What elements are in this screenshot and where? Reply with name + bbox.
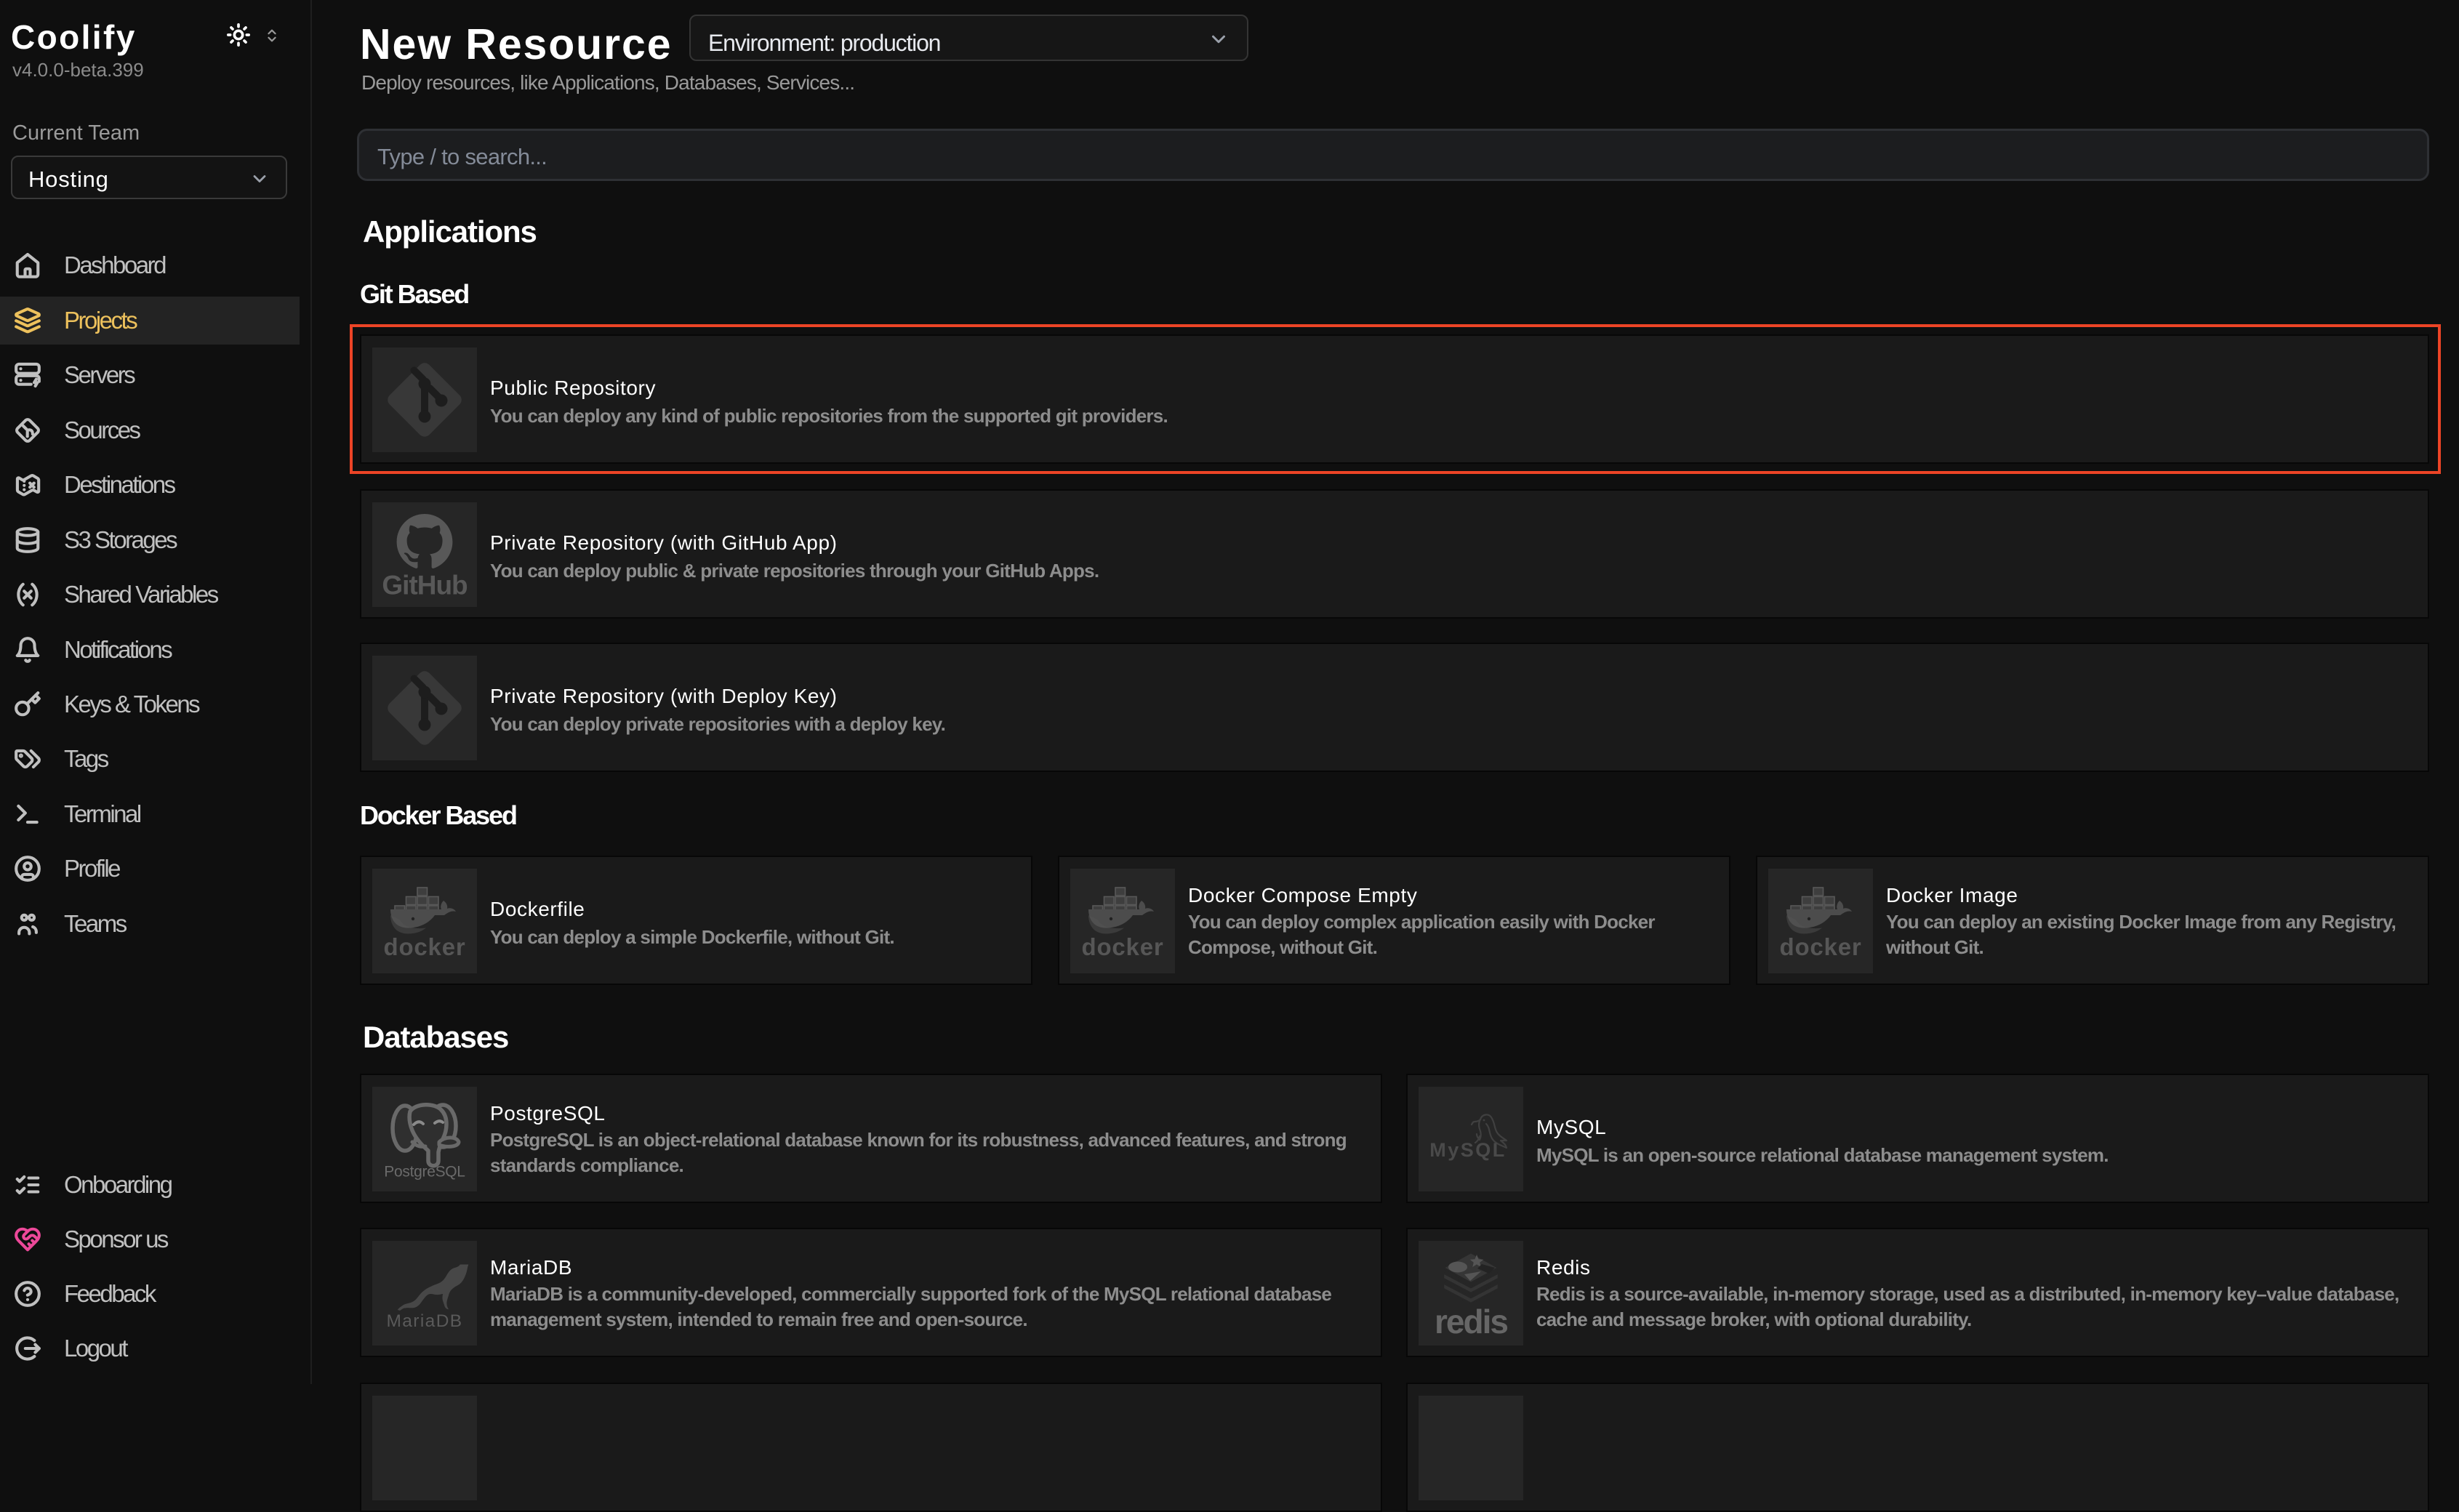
svg-text:MariaDB: MariaDB	[386, 1311, 462, 1331]
svg-text:docker: docker	[1779, 933, 1861, 960]
svg-text:MySQL: MySQL	[1429, 1139, 1507, 1161]
svg-text:PostgreSQL: PostgreSQL	[384, 1164, 465, 1181]
svg-text:GitHub: GitHub	[382, 571, 468, 600]
svg-text:docker: docker	[1081, 933, 1163, 960]
svg-text:docker: docker	[383, 933, 465, 960]
svg-text:redis: redis	[1435, 1303, 1507, 1340]
